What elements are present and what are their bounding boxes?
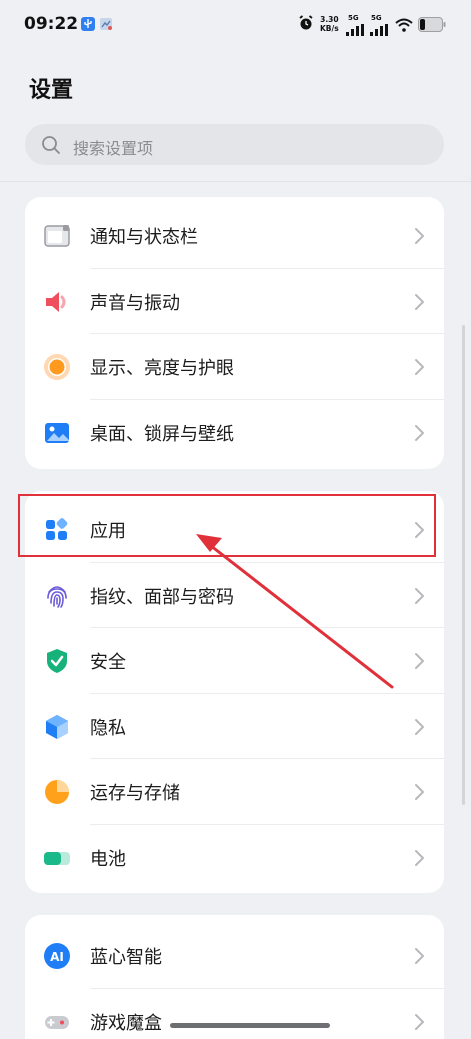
home-indicator[interactable] xyxy=(170,1023,330,1028)
annotation-arrow xyxy=(196,534,394,689)
